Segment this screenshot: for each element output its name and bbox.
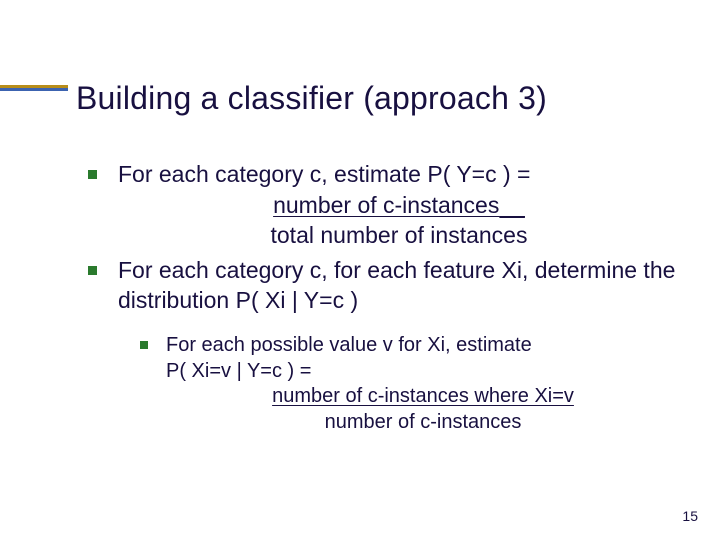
bullet-2: For each category c, for each feature Xi… [76, 256, 680, 315]
bullet-2-text: For each category c, for each feature Xi… [118, 257, 675, 312]
fraction-2-denominator: number of c-instances [325, 411, 522, 433]
fraction-1-num-trail [499, 192, 525, 218]
fraction-1-denominator: total number of instances [271, 222, 528, 248]
fraction-2-numerator: number of c-instances where Xi=v [272, 385, 574, 407]
fraction-1-num-text: number of c-instances [273, 192, 499, 218]
slide-body: For each category c, estimate P( Y=c ) =… [76, 160, 680, 436]
slide-title: Building a classifier (approach 3) [76, 80, 696, 117]
slide: Building a classifier (approach 3) For e… [0, 0, 720, 540]
fraction-1: number of c-instances total number of in… [147, 191, 609, 250]
bullet-icon [88, 266, 97, 275]
fraction-1-numerator: number of c-instances [273, 192, 525, 218]
title-rule [0, 85, 68, 91]
sub-bullet-1-line2: P( Xi=v | Y=c ) = [166, 360, 311, 382]
sub-bullet-1: For each possible value v for Xi, estima… [130, 333, 680, 384]
bullet-1: For each category c, estimate P( Y=c ) = [76, 160, 680, 189]
bullet-icon [88, 170, 97, 179]
bullet-icon [140, 341, 148, 349]
page-number: 15 [682, 508, 698, 524]
sub-bullets: For each possible value v for Xi, estima… [130, 333, 680, 435]
fraction-2: number of c-instances where Xi=v number … [167, 384, 643, 435]
title-wrap: Building a classifier (approach 3) [76, 80, 696, 117]
bullet-1-text: For each category c, estimate P( Y=c ) = [118, 161, 530, 187]
sub-bullet-1-line1: For each possible value v for Xi, estima… [166, 334, 532, 356]
